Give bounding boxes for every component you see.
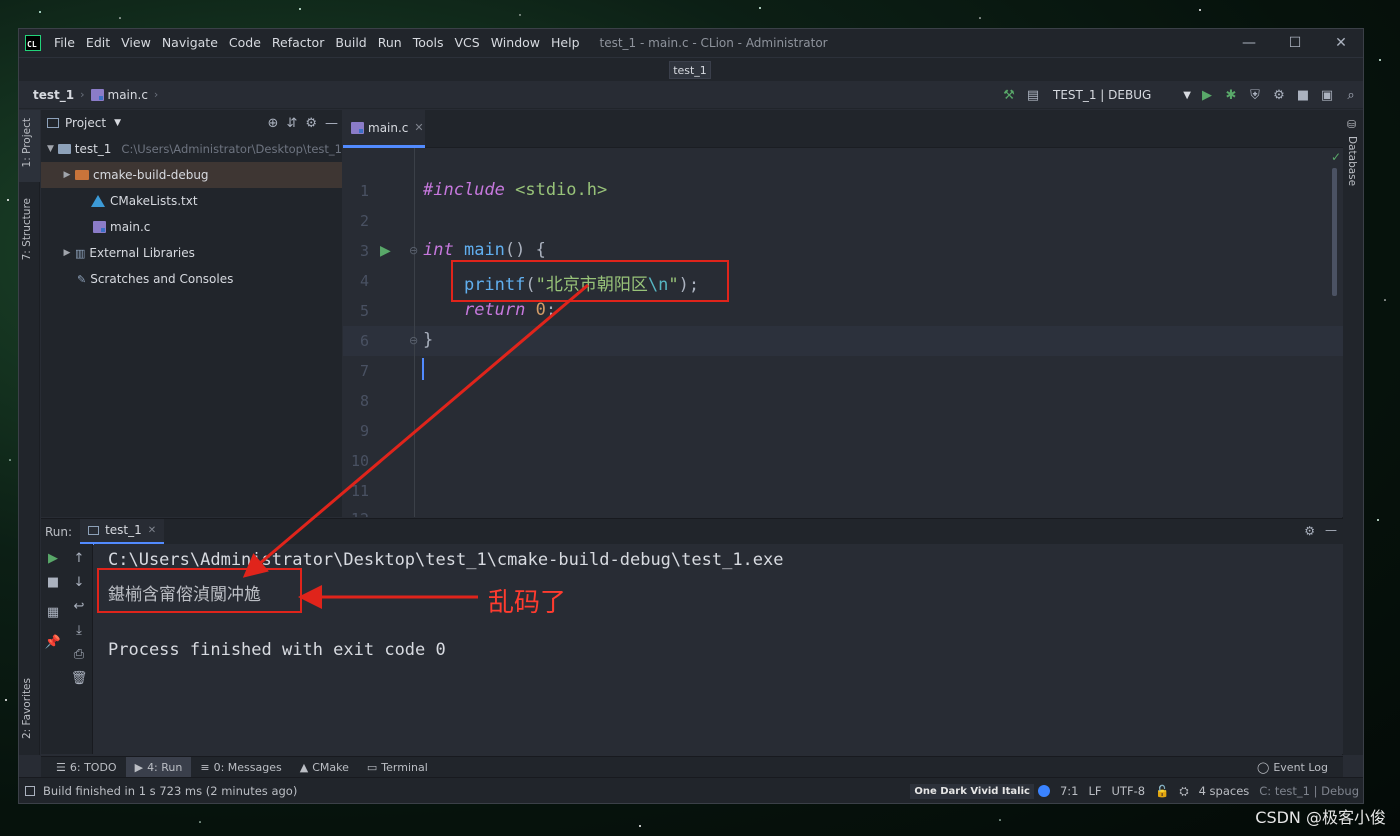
annotation-arrow-diagonal (242, 283, 589, 578)
csdn-watermark: CSDN @极客小俊 (1255, 808, 1386, 827)
annotation-arrows (242, 283, 589, 609)
annotation-text: 乱码了 (488, 588, 567, 618)
